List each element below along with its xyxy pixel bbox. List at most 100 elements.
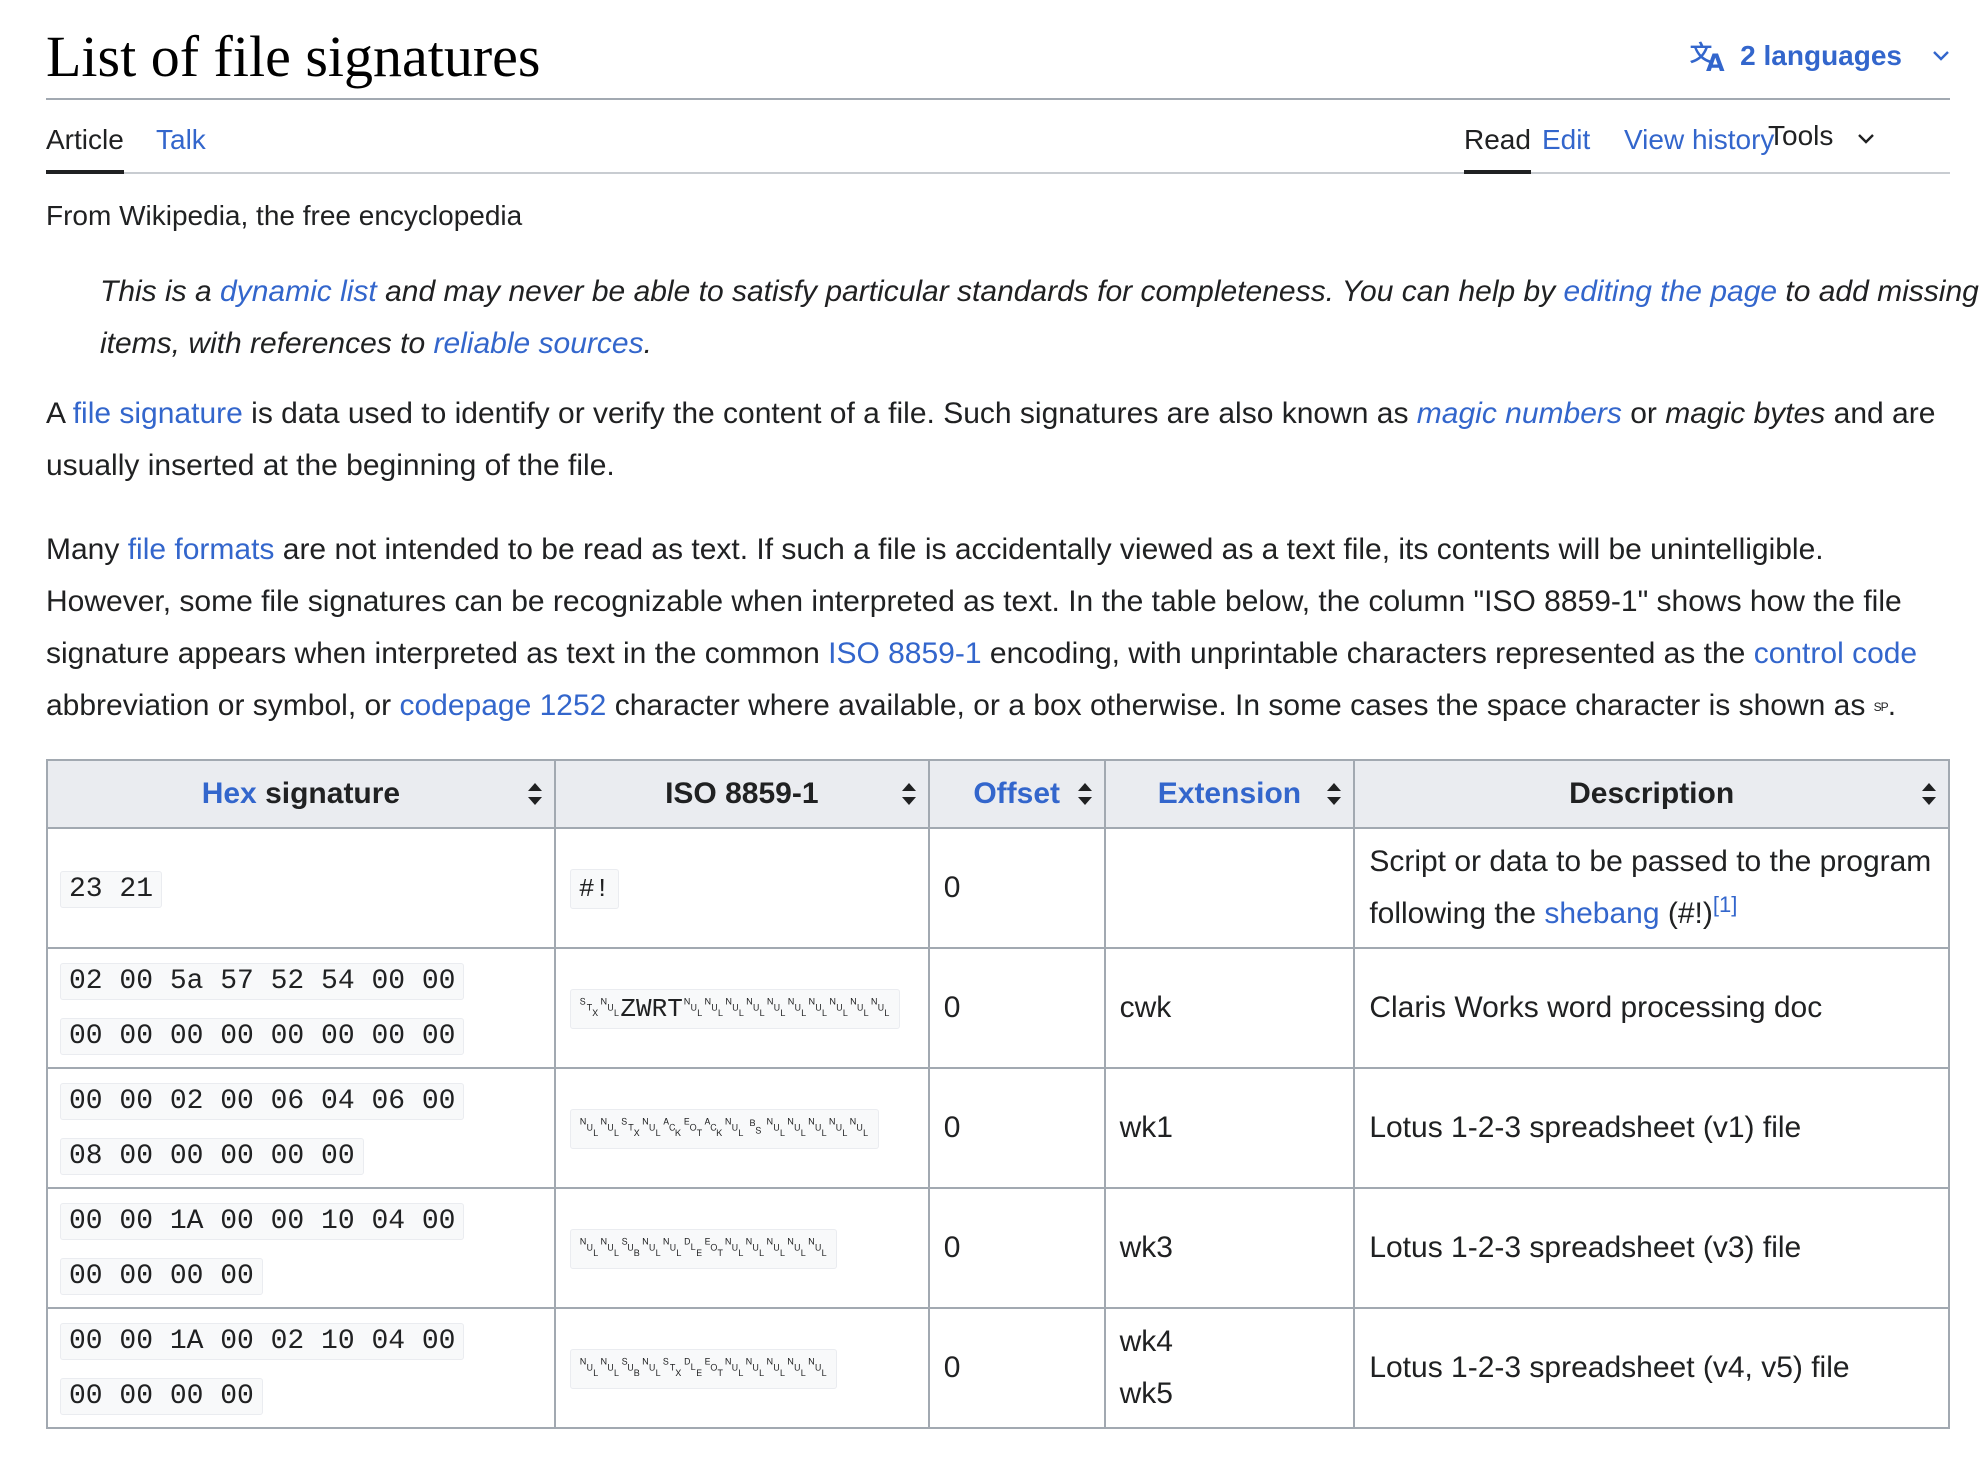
link-extension[interactable]: Extension [1158,777,1301,810]
sort-icon[interactable] [1922,783,1936,805]
iso-representation: ␀␀␚␀␂␐␄␀␀␀␀␀ [569,1349,838,1389]
iso-cell: ␀␀␚␀␂␐␄␀␀␀␀␀ [553,1307,930,1429]
chevron-down-icon [1932,50,1950,62]
table-row: 00 00 02 00 06 04 06 00 08 00 00 00 00 0… [46,1067,1950,1189]
column-header-offset[interactable]: Offset [927,759,1106,829]
description-cell: Script or data to be passed to the progr… [1353,827,1950,949]
offset-cell: 0 [927,1067,1106,1189]
column-header-hex-signature[interactable]: Hex signature [46,759,556,829]
paragraph-text: A [46,397,73,430]
table-row: 00 00 1A 00 02 10 04 00 00 00 00 00 ␀␀␚␀… [46,1307,1950,1429]
link-magic-numbers[interactable]: magic numbers [1417,397,1622,430]
language-selector-button[interactable]: 文 A 2 languages [1690,36,1950,76]
tab-read[interactable]: Read [1464,100,1531,174]
offset-cell: 0 [927,1187,1106,1309]
paragraph-text: or [1621,397,1666,430]
description-cell: Lotus 1-2-3 spreadsheet (v3) file [1353,1187,1950,1309]
extension-cell [1103,827,1356,949]
tab-article[interactable]: Article [46,100,124,174]
translate-icon: 文 A [1690,39,1728,73]
tools-label: Tools [1768,120,1834,151]
extension-cell: wk4 wk5 [1103,1307,1356,1429]
extension-value: cwk [1119,991,1172,1024]
description-text: (#!) [1659,897,1713,930]
intro-paragraph-1: A file signature is data used to identif… [46,388,1950,492]
link-control-code[interactable]: control code [1754,637,1917,670]
tab-view-history[interactable]: View history [1624,100,1774,172]
hex-signature-code: 00 00 02 00 06 04 06 00 08 00 00 00 00 0… [60,1083,465,1175]
chevron-down-icon [1857,96,1875,176]
link-file-formats[interactable]: file formats [128,533,275,566]
description-cell: Claris Works word processing doc [1353,947,1950,1069]
emphasis-text: magic bytes [1665,397,1826,430]
iso-cell: #! [553,827,930,949]
hex-signature-cell: 00 00 1A 00 00 10 04 00 00 00 00 00 [46,1187,556,1309]
column-header-description[interactable]: Description [1353,759,1950,829]
extension-value: wk5 [1119,1377,1173,1410]
iso-cell: ␀␀␂␀␆␄␆␀␈␀␀␀␀␀ [553,1067,930,1189]
title-bar: List of file signatures 文 A 2 languages [46,0,1950,100]
iso-cell: ␀␀␚␀␀␐␄␀␀␀␀␀ [553,1187,930,1309]
tools-menu-button[interactable]: Tools [1768,100,1875,172]
iso-cell: ␂␀ZWRT␀␀␀␀␀␀␀␀␀␀ [553,947,930,1069]
table-row: 02 00 5a 57 52 54 00 00 00 00 00 00 00 0… [46,947,1950,1069]
sort-icon[interactable] [901,783,916,805]
hex-signature-code: 02 00 5a 57 52 54 00 00 00 00 00 00 00 0… [60,963,465,1055]
page-title: List of file signatures [46,24,541,89]
hex-signature-code: 00 00 1A 00 02 10 04 00 00 00 00 00 [60,1323,465,1415]
offset-cell: 0 [927,1307,1106,1429]
link-offset[interactable]: Offset [973,777,1060,810]
page-tabs: Article Talk Read Edit View history Tool… [46,100,1950,174]
tab-talk[interactable]: Talk [156,100,206,172]
extension-cell: wk3 [1103,1187,1356,1309]
paragraph-text: encoding, with unprintable characters re… [981,637,1754,670]
hex-signature-cell: 02 00 5a 57 52 54 00 00 00 00 00 00 00 0… [46,947,556,1069]
hex-signature-cell: 00 00 1A 00 02 10 04 00 00 00 00 00 [46,1307,556,1429]
header-label: Description [1569,777,1735,810]
link-hex[interactable]: Hex [202,777,257,810]
sort-icon[interactable] [1327,783,1342,805]
extension-value: wk3 [1119,1231,1173,1264]
iso-representation: ␀␀␂␀␆␄␆␀␈␀␀␀␀␀ [569,1109,879,1149]
iso-representation: ␂␀ZWRT␀␀␀␀␀␀␀␀␀␀ [569,989,900,1029]
link-shebang[interactable]: shebang [1544,897,1659,930]
extension-value: wk1 [1119,1111,1173,1144]
hex-signature-code: 23 21 [60,870,163,908]
link-reliable-sources[interactable]: reliable sources [433,327,643,360]
iso-representation: ␀␀␚␀␀␐␄␀␀␀␀␀ [569,1229,838,1269]
link-iso-8859-1[interactable]: ISO 8859-1 [828,637,981,670]
hex-signature-cell: 23 21 [46,827,556,949]
hatnote-text: and may never be able to satisfy particu… [376,275,1564,308]
site-tagline: From Wikipedia, the free encyclopedia [46,200,523,231]
paragraph-text: character where available, or a box othe… [606,689,1874,722]
sort-icon[interactable] [1077,783,1092,805]
column-header-iso-8859-1[interactable]: ISO 8859-1 [553,759,930,829]
offset-cell: 0 [927,827,1106,949]
table-row: 23 21 #! 0 Script or data to be passed t… [46,827,1950,949]
header-label: ISO 8859-1 [665,777,819,810]
link-dynamic-list[interactable]: dynamic list [220,275,377,308]
file-signatures-table: Hex signature ISO 8859-1 Offset Extensio… [46,759,1950,1429]
header-label: signature [256,777,401,810]
hex-signature-code: 00 00 1A 00 00 10 04 00 00 00 00 00 [60,1203,465,1295]
paragraph-text: abbreviation or symbol, or [46,689,400,722]
intro-paragraph-2: Many file formats are not intended to be… [46,524,1950,733]
extension-cell: wk1 [1103,1067,1356,1189]
reference-link[interactable]: [1] [1713,892,1737,917]
paragraph-text: Many [46,533,128,566]
sort-icon[interactable] [527,783,542,805]
extension-value: wk4 [1119,1325,1173,1358]
tab-edit[interactable]: Edit [1542,100,1590,172]
description-cell: Lotus 1-2-3 spreadsheet (v4, v5) file [1353,1307,1950,1429]
article-content: List of file signatures 文 A 2 languages … [46,0,1979,1429]
link-codepage-1252[interactable]: codepage 1252 [400,689,607,722]
language-count-label: 2 languages [1740,40,1902,71]
link-file-signature[interactable]: file signature [73,397,243,430]
space-symbol-glyph: SP [1873,700,1889,714]
iso-representation: #! [569,869,620,909]
column-header-extension[interactable]: Extension [1103,759,1356,829]
description-cell: Lotus 1-2-3 spreadsheet (v1) file [1353,1067,1950,1189]
link-editing-the-page[interactable]: editing the page [1564,275,1778,308]
hatnote-text: . [643,327,652,360]
table-row: 00 00 1A 00 00 10 04 00 00 00 00 00 ␀␀␚␀… [46,1187,1950,1309]
